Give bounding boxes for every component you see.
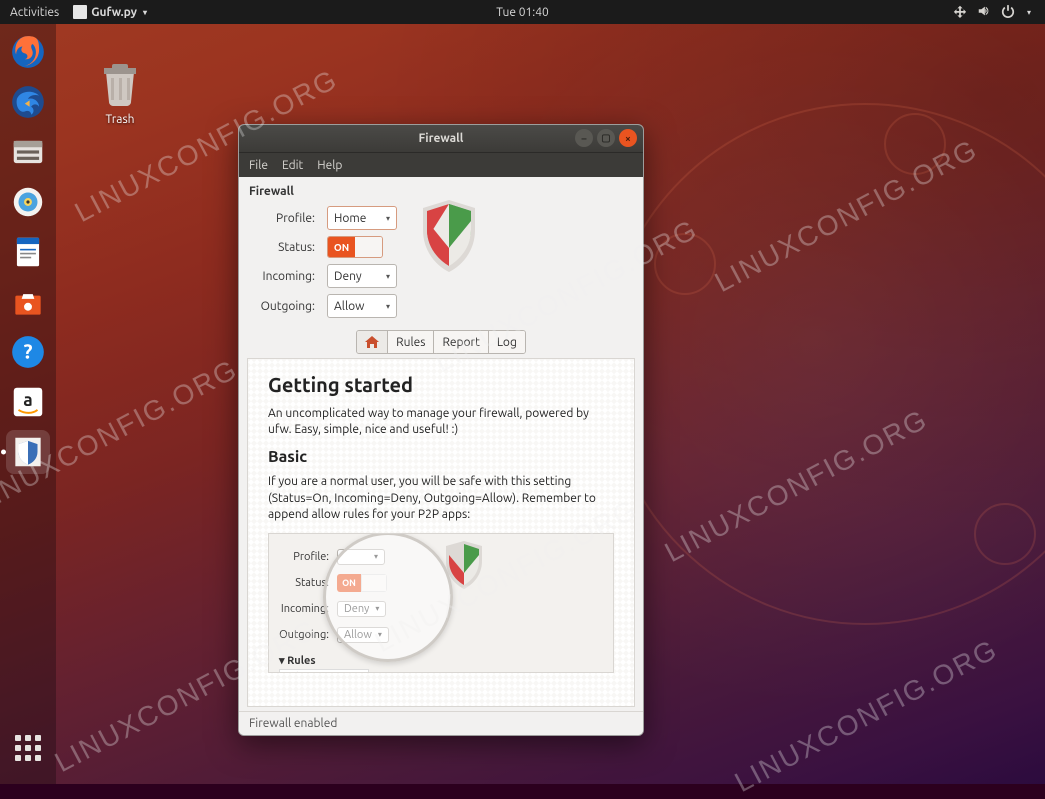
ex-col-rule: Rule [284, 671, 304, 673]
dock-software[interactable] [6, 280, 50, 324]
svg-text:?: ? [23, 339, 32, 362]
system-menu-chevron-icon[interactable]: ▾ [1025, 8, 1031, 17]
dock-writer[interactable] [6, 230, 50, 274]
trash-desktop-icon[interactable]: Trash [96, 60, 144, 126]
chevron-down-icon: ▾ [386, 302, 390, 311]
profile-dropdown[interactable]: Home ▾ [327, 206, 397, 230]
dock-files[interactable] [6, 130, 50, 174]
dock-thunderbird[interactable] [6, 80, 50, 124]
status-label: Status: [249, 241, 319, 254]
intro-paragraph: An uncomplicated way to manage your fire… [268, 406, 614, 438]
menu-help[interactable]: Help [317, 159, 342, 172]
app-menu[interactable]: Gufw.py ▾ [73, 5, 147, 19]
basic-heading: Basic [268, 448, 614, 466]
dock-gufw[interactable] [6, 430, 50, 474]
chevron-down-icon: ▾ [386, 272, 390, 281]
tabstrip: Rules Report Log [356, 330, 526, 354]
status-on-label: ON [328, 237, 355, 257]
ex-rules-header: ▾ Rules [279, 654, 603, 667]
ex-incoming-label: Incoming: [279, 603, 329, 615]
status-text: Firewall enabled [249, 717, 337, 730]
maximize-button[interactable]: ▢ [597, 129, 615, 147]
dock-firefox[interactable] [6, 30, 50, 74]
dock-amazon[interactable]: a [6, 380, 50, 424]
show-applications-button[interactable] [6, 726, 50, 770]
status-toggle[interactable]: ON [327, 236, 383, 258]
incoming-label: Incoming: [249, 270, 319, 283]
home-icon [365, 336, 379, 348]
outgoing-dropdown[interactable]: Allow ▾ [327, 294, 397, 318]
statusbar: Firewall enabled [239, 711, 643, 735]
trash-icon [96, 60, 144, 108]
tab-report[interactable]: Report [434, 331, 488, 353]
chevron-down-icon: ▾ [386, 214, 390, 223]
example-screenshot: Profile: ▾ Status: ON Incoming: Deny [268, 533, 614, 673]
basic-paragraph: If you are a normal user, you will be sa… [268, 474, 614, 523]
chevron-down-icon: ▾ [141, 8, 147, 17]
app-icon [73, 5, 87, 19]
ex-rules-columns: Rule Name [279, 669, 369, 673]
dock-rhythmbox[interactable] [6, 180, 50, 224]
svg-text:a: a [23, 391, 32, 410]
volume-icon[interactable] [977, 4, 991, 21]
power-icon[interactable] [1001, 4, 1015, 21]
network-icon[interactable] [953, 4, 967, 21]
close-button[interactable]: × [619, 129, 637, 147]
ex-profile-label: Profile: [279, 551, 329, 563]
firewall-shield-icon [419, 198, 479, 274]
menu-edit[interactable]: Edit [282, 159, 303, 172]
firewall-window: Firewall – ▢ × File Edit Help Firewall P… [238, 124, 644, 736]
ex-status-label: Status: [279, 577, 329, 589]
launcher-dock: ? a [0, 24, 56, 784]
ex-col-name: Name [310, 671, 336, 673]
minimize-button[interactable]: – [575, 129, 593, 147]
outgoing-value: Allow [334, 300, 364, 313]
tab-log[interactable]: Log [489, 331, 525, 353]
app-name-label: Gufw.py [91, 6, 137, 19]
menu-file[interactable]: File [249, 159, 268, 172]
window-title: Firewall [419, 132, 464, 145]
tab-rules[interactable]: Rules [388, 331, 434, 353]
getting-started-heading: Getting started [268, 373, 614, 396]
clock[interactable]: Tue 01:40 [496, 6, 549, 19]
status-off-segment [355, 237, 382, 257]
menubar: File Edit Help [239, 153, 643, 177]
profile-label: Profile: [249, 212, 319, 225]
window-titlebar[interactable]: Firewall – ▢ × [239, 125, 643, 153]
content-panel: Getting started An uncomplicated way to … [247, 358, 635, 707]
activities-button[interactable]: Activities [10, 6, 59, 19]
outgoing-label: Outgoing: [249, 300, 319, 313]
profile-value: Home [334, 212, 366, 225]
trash-label: Trash [96, 113, 144, 126]
incoming-value: Deny [334, 270, 362, 283]
dock-help[interactable]: ? [6, 330, 50, 374]
tab-home[interactable] [357, 331, 388, 353]
top-panel: Activities Gufw.py ▾ Tue 01:40 ▾ [0, 0, 1045, 24]
ex-outgoing-label: Outgoing: [279, 629, 329, 641]
magnifier-icon [323, 533, 453, 662]
incoming-dropdown[interactable]: Deny ▾ [327, 264, 397, 288]
